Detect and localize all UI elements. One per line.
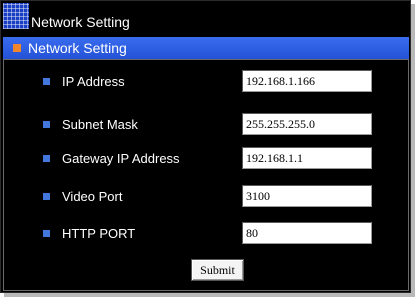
orange-square-icon <box>13 44 21 52</box>
http-port-input[interactable] <box>242 222 372 244</box>
bullet-icon <box>43 155 50 162</box>
video-port-label: Video Port <box>62 189 123 204</box>
form-row-video-port: Video Port <box>1 185 407 209</box>
video-port-input[interactable] <box>242 185 372 207</box>
grid-logo-icon <box>3 3 29 29</box>
section-header: Network Setting <box>3 37 409 59</box>
subnet-mask-input[interactable] <box>242 113 372 135</box>
bullet-icon <box>43 78 50 85</box>
bullet-icon <box>43 121 50 128</box>
form-row-subnet-mask: Subnet Mask <box>1 113 407 137</box>
bullet-icon <box>43 193 50 200</box>
bullet-icon <box>43 230 50 237</box>
section-title: Network Setting <box>28 40 127 56</box>
form-row-gateway: Gateway IP Address <box>1 147 407 171</box>
ip-address-label: IP Address <box>62 74 125 89</box>
http-port-label: HTTP PORT <box>62 226 136 241</box>
title-bar: Network Setting <box>3 3 408 33</box>
settings-window: Network Setting Network Setting IP Addre… <box>0 0 411 293</box>
submit-button[interactable]: Submit <box>191 259 244 281</box>
gateway-ip-label: Gateway IP Address <box>62 151 180 166</box>
page-title: Network Setting <box>31 14 130 30</box>
gateway-ip-input[interactable] <box>242 147 372 169</box>
form-row-ip-address: IP Address <box>1 70 407 94</box>
ip-address-input[interactable] <box>242 70 372 92</box>
form-row-http-port: HTTP PORT <box>1 222 407 246</box>
subnet-mask-label: Subnet Mask <box>62 117 138 132</box>
